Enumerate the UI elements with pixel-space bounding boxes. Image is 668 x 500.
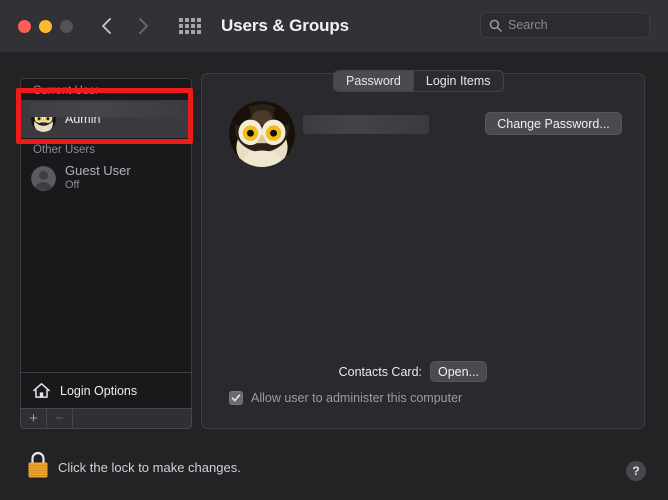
users-sidebar[interactable]: Current User Admin Other Users Guest Use… (20, 78, 192, 408)
person-avatar (31, 165, 56, 191)
home-icon (33, 383, 50, 398)
window-titlebar: Users & Groups (0, 0, 668, 52)
redacted-account-name-field (303, 115, 429, 134)
chevron-right-icon (135, 16, 151, 36)
tab-password[interactable]: Password (334, 71, 414, 91)
zoom-button-icon (60, 19, 73, 33)
sidebar-group-header-other-users: Other Users (33, 144, 95, 156)
redacted-account-name-sidebar (30, 102, 180, 117)
sidebar-item-login-options[interactable]: Login Options (20, 372, 192, 408)
search-field[interactable] (480, 12, 650, 38)
owl-avatar-large[interactable] (229, 101, 295, 167)
contacts-open-button[interactable]: Open... (430, 361, 487, 382)
change-password-button[interactable]: Change Password... (485, 112, 622, 135)
help-button[interactable]: ? (626, 461, 646, 481)
checkmark-icon (231, 394, 241, 402)
search-icon (489, 19, 502, 32)
allow-admin-checkbox-label: Allow user to administer this computer (251, 391, 463, 405)
sidebar-item-guest-texts: Guest User Off (65, 163, 131, 192)
sidebar-item-guest-status: Off (65, 179, 80, 192)
close-button-icon[interactable] (18, 19, 31, 33)
users-and-groups-window: Users & Groups Current User (0, 0, 668, 500)
lock-hint-text: Click the lock to make changes. (58, 460, 241, 475)
login-options-label: Login Options (60, 383, 138, 398)
add-remove-user-toolbar[interactable]: + − (20, 408, 192, 429)
remove-user-button: − (47, 409, 73, 428)
navigation-buttons (99, 16, 151, 36)
tab-login-items[interactable]: Login Items (414, 71, 503, 91)
contacts-card-label: Contacts Card: (338, 365, 422, 379)
allow-admin-checkbox-row: Allow user to administer this computer (229, 391, 462, 405)
sidebar-item-guest-user[interactable]: Guest User Off (21, 159, 191, 197)
panel-tabs[interactable]: Password Login Items (333, 70, 504, 92)
add-user-button[interactable]: + (21, 409, 47, 428)
toolbar-filler (73, 409, 191, 428)
search-input[interactable] (508, 18, 628, 32)
show-all-grid-icon[interactable] (177, 15, 203, 37)
chevron-left-icon[interactable] (99, 16, 115, 36)
sidebar-item-guest-label: Guest User (65, 163, 131, 179)
page-title: Users & Groups (221, 16, 350, 35)
minimize-button-icon[interactable] (39, 19, 52, 33)
sidebar-group-header-current-user: Current User (33, 85, 99, 97)
traffic-lights (18, 19, 73, 33)
allow-admin-checkbox (229, 391, 243, 405)
padlock-closed-icon[interactable] (25, 449, 51, 479)
